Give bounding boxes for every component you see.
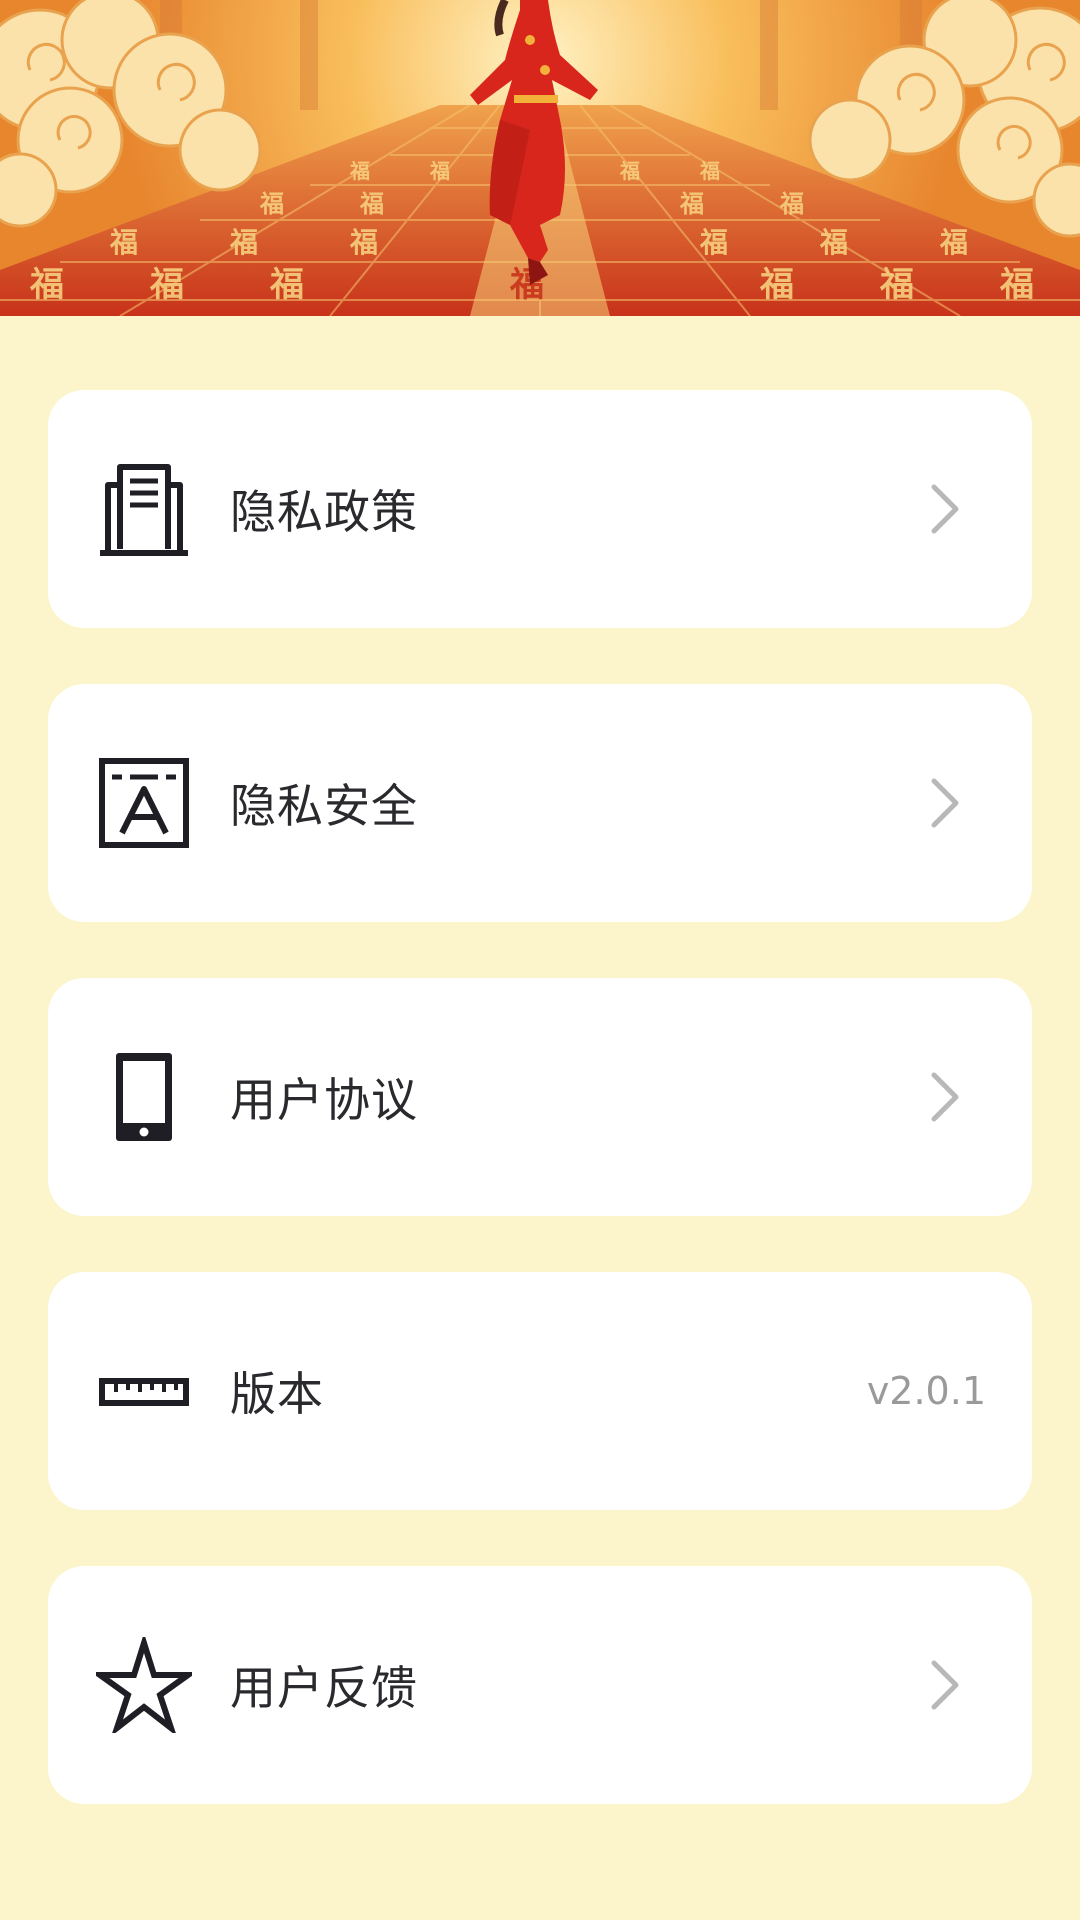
- star-icon: [96, 1637, 192, 1733]
- svg-text:福: 福: [679, 190, 704, 218]
- svg-text:福: 福: [939, 226, 968, 259]
- svg-text:福: 福: [779, 190, 804, 218]
- svg-text:福: 福: [759, 265, 794, 305]
- chevron-right-icon: [930, 1071, 960, 1123]
- text-frame-icon: [96, 755, 192, 851]
- svg-text:福: 福: [819, 226, 848, 259]
- svg-text:福: 福: [429, 159, 450, 183]
- svg-text:福: 福: [699, 226, 728, 259]
- svg-text:福: 福: [149, 265, 184, 305]
- svg-text:福: 福: [349, 159, 370, 183]
- menu-item-user-feedback[interactable]: 用户反馈: [48, 1566, 1032, 1804]
- menu-item-label: 隐私政策: [230, 485, 418, 539]
- svg-text:福: 福: [229, 226, 258, 259]
- svg-text:福: 福: [349, 226, 378, 259]
- ruler-icon: [96, 1343, 192, 1439]
- svg-text:福: 福: [359, 190, 384, 218]
- menu-item-label: 隐私安全: [230, 779, 418, 833]
- menu-item-user-agreement[interactable]: 用户协议: [48, 978, 1032, 1216]
- settings-menu: 隐私政策 隐私安全 用户协议 版本 v2.0.1 用户反馈: [48, 390, 1032, 1860]
- new-year-banner: 福 福 福 福 福 福 福 福 福 福 福 福 福 福 福 福 福 福 福 福: [0, 0, 1080, 316]
- menu-item-label: 版本: [230, 1367, 324, 1421]
- svg-text:福: 福: [259, 190, 284, 218]
- chevron-right-icon: [930, 777, 960, 829]
- svg-text:福: 福: [269, 265, 304, 305]
- settings-page: 福 福 福 福 福 福 福 福 福 福 福 福 福 福 福 福 福 福 福 福: [0, 0, 1080, 1920]
- menu-item-label: 用户协议: [230, 1073, 418, 1127]
- menu-item-privacy-policy[interactable]: 隐私政策: [48, 390, 1032, 628]
- menu-item-privacy-security[interactable]: 隐私安全: [48, 684, 1032, 922]
- menu-item-label: 用户反馈: [230, 1661, 418, 1715]
- svg-text:福: 福: [619, 159, 640, 183]
- svg-text:福: 福: [999, 265, 1034, 305]
- version-value: v2.0.1: [866, 1369, 986, 1413]
- chevron-right-icon: [930, 1659, 960, 1711]
- phone-icon: [96, 1049, 192, 1145]
- svg-text:福: 福: [699, 159, 720, 183]
- svg-text:福: 福: [29, 265, 64, 305]
- chevron-right-icon: [930, 483, 960, 535]
- document-stack-icon: [96, 461, 192, 557]
- svg-text:福: 福: [109, 226, 138, 259]
- menu-item-version: 版本 v2.0.1: [48, 1272, 1032, 1510]
- svg-text:福: 福: [879, 265, 914, 305]
